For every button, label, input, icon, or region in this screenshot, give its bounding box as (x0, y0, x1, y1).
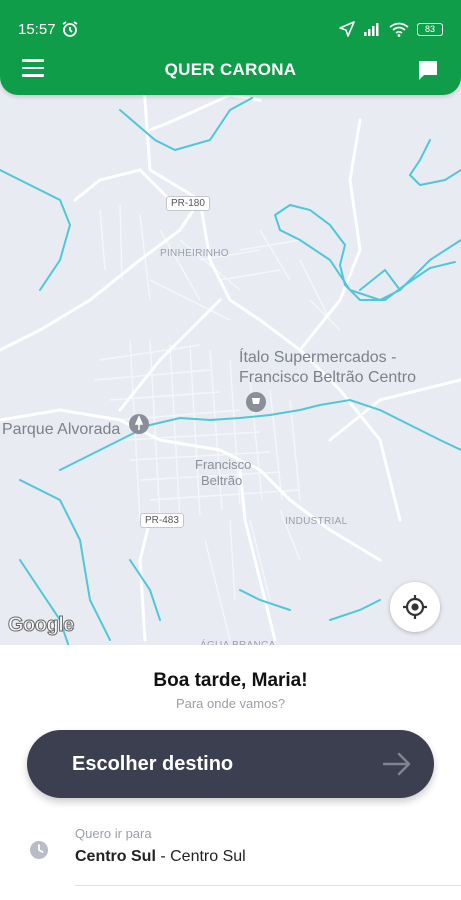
divider (75, 885, 461, 886)
crosshair-icon (403, 595, 427, 619)
map-label-supermarket-line2[interactable]: Francisco Beltrão Centro (239, 369, 416, 387)
recent-destination-item[interactable]: Quero ir para Centro Sul - Centro Sul (0, 820, 461, 886)
recent-destination-text: Centro Sul - Centro Sul (75, 848, 246, 866)
map-label-supermarket[interactable]: Ítalo Supermercados - (239, 349, 396, 367)
map-label-industrial: INDUSTRIAL (285, 516, 348, 527)
choose-destination-button[interactable]: Escolher destino (27, 730, 434, 798)
wifi-icon (389, 22, 409, 37)
clock-icon (30, 841, 48, 859)
google-logo: Google (8, 614, 75, 637)
route-shield-pr180: PR-180 (166, 196, 210, 211)
chat-bubble-icon (419, 61, 437, 80)
arrow-right-icon (382, 752, 411, 776)
status-bar: 15:57 83 (18, 18, 443, 40)
map-label-park[interactable]: Parque Alvorada (2, 421, 120, 439)
status-time: 15:57 (18, 20, 56, 38)
recent-separator: - (155, 848, 171, 865)
location-arrow-icon (339, 21, 355, 37)
alarm-icon (62, 21, 78, 37)
route-shield-pr483: PR-483 (140, 513, 184, 528)
battery-icon: 83 (417, 22, 443, 36)
map-label-pinheirinho: PINHEIRINHO (160, 248, 229, 259)
recent-destination-area: Centro Sul (170, 848, 246, 865)
map-roads (0, 0, 461, 651)
greeting-subtitle: Para onde vamos? (175, 696, 286, 711)
greeting-text: Boa tarde, Maria! (153, 670, 308, 691)
header-title: QUER CARONA (164, 60, 297, 79)
map-view[interactable]: Ítalo Supermercados - Francisco Beltrão … (0, 0, 461, 660)
app-header: 15:57 83 QUER CARONA (0, 0, 461, 95)
map-label-city: Francisco (195, 457, 252, 472)
choose-destination-label: Escolher destino (72, 752, 234, 775)
app-screen: Ítalo Supermercados - Francisco Beltrão … (0, 0, 461, 900)
recent-caption: Quero ir para (75, 826, 152, 841)
chat-button[interactable] (417, 59, 439, 81)
battery-level: 83 (424, 23, 435, 34)
recent-destination-name: Centro Sul (75, 848, 156, 865)
my-location-button[interactable] (390, 582, 440, 632)
map-label-city-line2: Beltrão (201, 473, 243, 488)
signal-icon (364, 23, 379, 36)
